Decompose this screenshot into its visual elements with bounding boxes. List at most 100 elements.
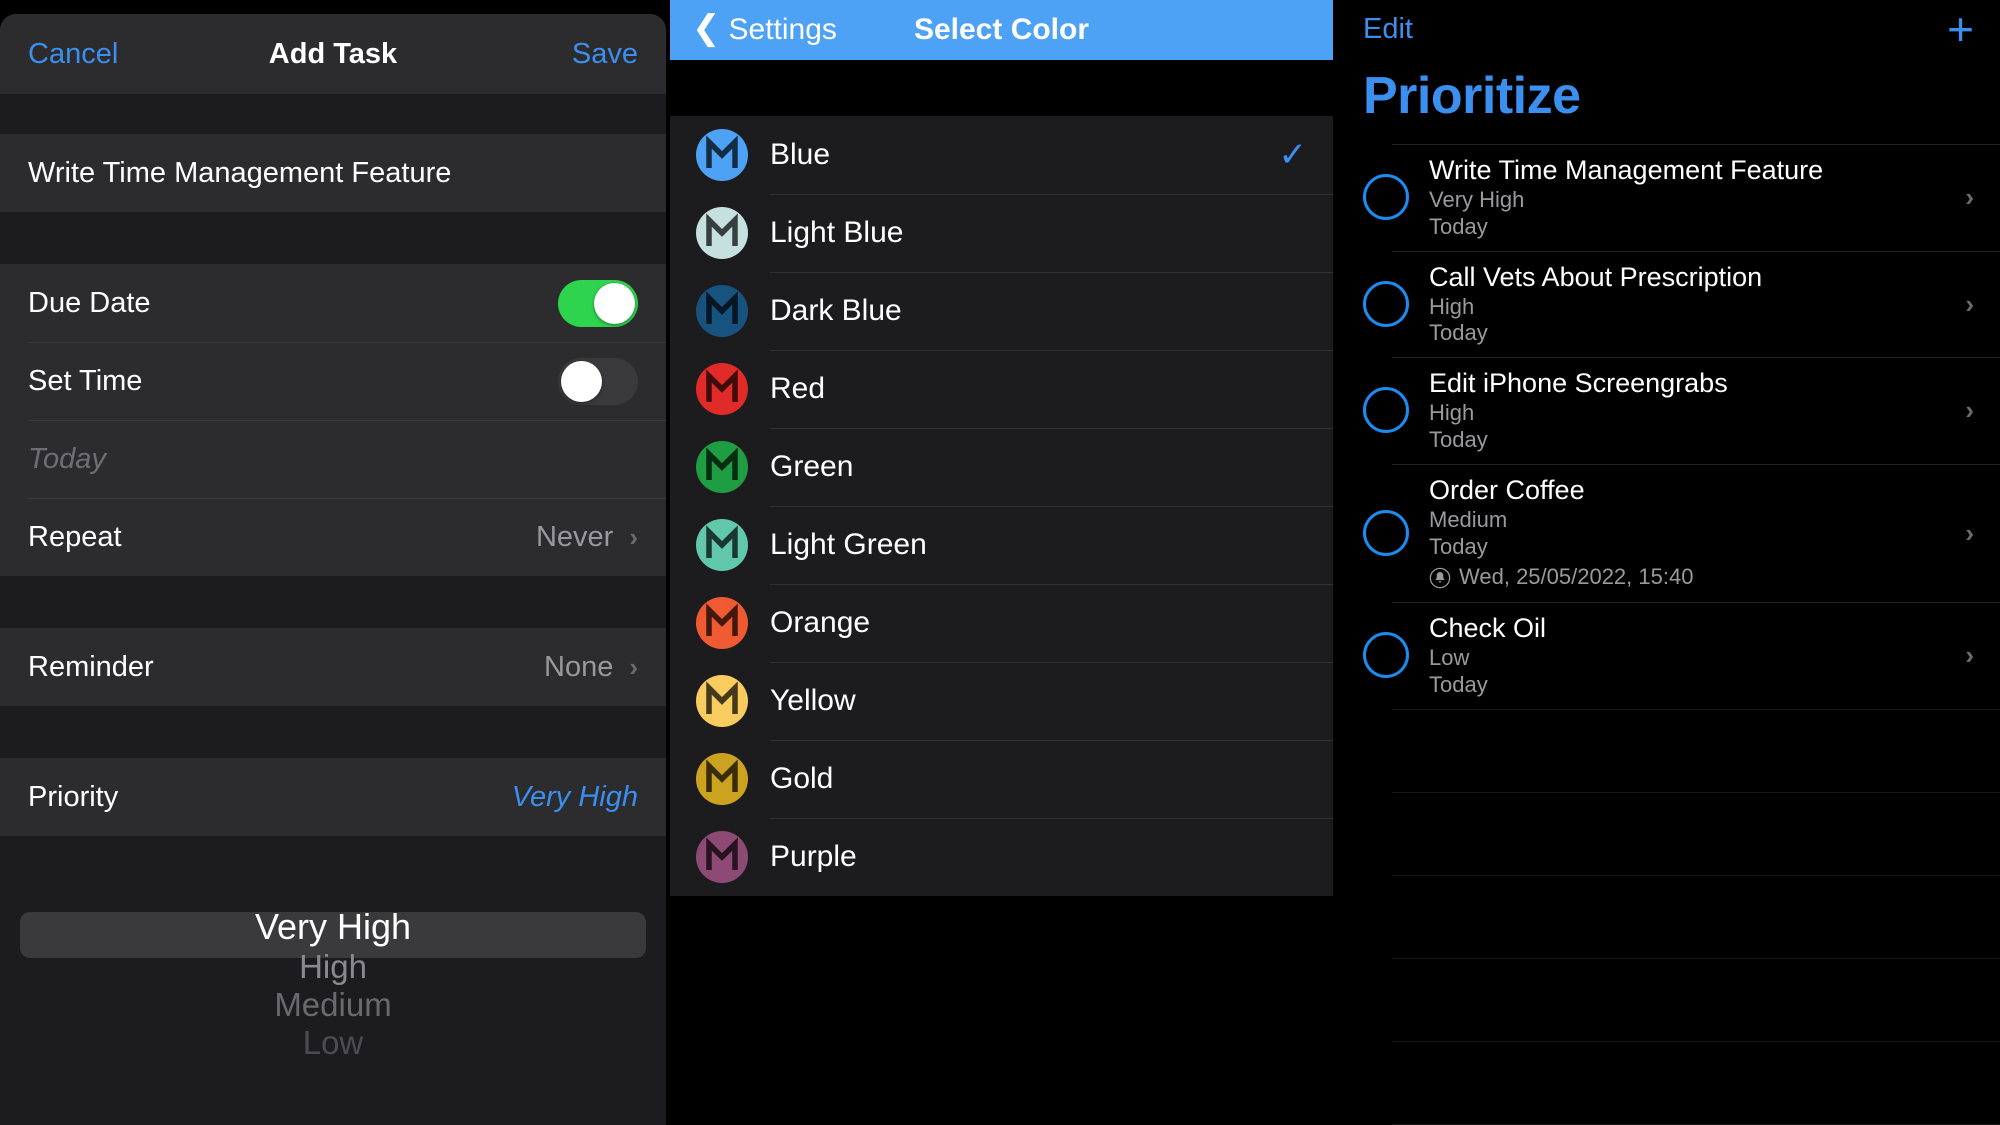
panel-select-color: ❮ Settings Select Color Blue ✓ Light Blue D…: [670, 0, 1333, 1125]
task-title: Call Vets About Prescription: [1429, 261, 1763, 292]
empty-list-row: [1337, 874, 2000, 958]
set-time-label: Set Time: [28, 364, 143, 397]
task-list: Write Time Management Feature Very High To…: [1337, 144, 2000, 1125]
task-date: Today: [1429, 426, 1488, 452]
color-row[interactable]: Light Green: [670, 506, 1333, 584]
task-row[interactable]: Order Coffee Medium Today Wed, 25/05/2022, …: [1337, 463, 2000, 602]
color-label: Green: [770, 450, 854, 483]
priority-picker[interactable]: Very High High Medium Low: [0, 836, 666, 1072]
priority-label: Priority: [28, 780, 119, 813]
empty-list-row: [1337, 1040, 2000, 1124]
color-row[interactable]: Yellow: [670, 662, 1333, 740]
task-priority: High: [1429, 293, 1475, 319]
chevron-left-icon[interactable]: ❮: [692, 11, 721, 45]
color-avatar-m-icon: [696, 753, 748, 805]
task-complete-circle-icon[interactable]: [1363, 509, 1409, 556]
row-date-value[interactable]: Today: [0, 420, 666, 498]
edit-button[interactable]: Edit: [1363, 13, 1413, 46]
checkmark-icon: ✓: [1278, 136, 1308, 174]
section-gap: [0, 576, 666, 628]
toggle-knob: [594, 282, 635, 324]
color-label: Light Blue: [770, 216, 904, 249]
task-complete-circle-icon[interactable]: [1363, 632, 1409, 679]
section-gap: [0, 706, 666, 758]
task-body: Edit iPhone Screengrabs High Today: [1429, 367, 1951, 454]
color-label: Blue: [770, 138, 831, 171]
chevron-right-icon: ›: [629, 652, 638, 682]
color-row[interactable]: Blue ✓: [670, 116, 1333, 194]
color-row[interactable]: Orange: [670, 584, 1333, 662]
task-title: Write Time Management Feature: [1429, 155, 1824, 185]
picker-option-very-high[interactable]: Very High: [0, 906, 666, 948]
task-row[interactable]: Edit iPhone Screengrabs High Today ›: [1337, 357, 2000, 464]
task-priority: Medium: [1429, 506, 1508, 532]
color-avatar-m-icon: [696, 363, 748, 415]
reminder-label: Reminder: [28, 650, 154, 683]
color-row[interactable]: Dark Blue: [670, 272, 1333, 350]
row-reminder[interactable]: Reminder None ›: [0, 628, 666, 706]
due-date-toggle[interactable]: [558, 279, 638, 327]
section-gap: [0, 212, 666, 264]
section-gap: [0, 94, 666, 134]
reminder-value: None: [544, 650, 614, 683]
color-avatar-m-icon: [696, 519, 748, 571]
task-title: Edit iPhone Screengrabs: [1429, 368, 1728, 399]
task-complete-circle-icon[interactable]: [1363, 387, 1409, 434]
back-to-settings-button[interactable]: Settings: [729, 13, 837, 47]
row-priority[interactable]: Priority Very High: [0, 758, 666, 836]
prioritize-navbar: Edit +: [1337, 0, 2000, 58]
select-color-navbar: ❮ Settings Select Color: [670, 0, 1333, 60]
chevron-right-icon: ›: [629, 522, 638, 552]
task-body: Call Vets About Prescription High Today: [1429, 261, 1951, 348]
empty-list-row: [1337, 708, 2000, 792]
task-body: Order Coffee Medium Today Wed, 25/05/2022, …: [1429, 474, 1951, 592]
color-label: Orange: [770, 606, 871, 639]
task-complete-circle-icon[interactable]: [1363, 280, 1409, 327]
page-title: Prioritize: [1363, 67, 1581, 125]
color-label: Yellow: [770, 684, 856, 717]
task-reminder-text: Wed, 25/05/2022, 15:40: [1459, 564, 1694, 590]
task-title-input[interactable]: Write Time Management Feature: [0, 134, 666, 212]
color-avatar-m-icon: [696, 441, 748, 493]
panel-add-task: Cancel Add Task Save Write Time Manageme…: [0, 0, 666, 1125]
picker-option-low[interactable]: Low: [0, 1024, 666, 1062]
top-spacer: [670, 60, 1333, 116]
color-row[interactable]: Purple: [670, 818, 1333, 896]
repeat-value: Never: [535, 520, 614, 553]
color-row[interactable]: Green: [670, 428, 1333, 506]
color-row[interactable]: Gold: [670, 740, 1333, 818]
color-label: Red: [770, 372, 826, 405]
row-repeat[interactable]: Repeat Never ›: [0, 498, 666, 576]
chevron-right-icon: ›: [1965, 288, 1974, 319]
repeat-label: Repeat: [28, 520, 122, 553]
task-body: Write Time Management Feature Very High To…: [1429, 154, 1951, 241]
task-date: Today: [1429, 671, 1488, 697]
row-set-time[interactable]: Set Time: [0, 342, 666, 420]
priority-value: Very High: [511, 780, 638, 813]
panel-prioritize: Edit + Prioritize Write Time Management …: [1337, 0, 2000, 1125]
toggle-knob: [561, 360, 602, 402]
color-avatar-m-icon: [696, 675, 748, 727]
picker-option-medium[interactable]: Medium: [0, 986, 666, 1024]
set-time-toggle[interactable]: [558, 357, 638, 405]
task-complete-circle-icon[interactable]: [1363, 174, 1409, 221]
color-row[interactable]: Red: [670, 350, 1333, 428]
task-title: Check Oil: [1429, 612, 1547, 643]
chevron-right-icon: ›: [1965, 517, 1974, 548]
task-reminder: Wed, 25/05/2022, 15:40: [1429, 563, 1951, 592]
task-date: Today: [1429, 320, 1488, 346]
task-priority: Low: [1429, 644, 1470, 670]
task-priority: High: [1429, 400, 1475, 426]
task-row[interactable]: Write Time Management Feature Very High To…: [1337, 144, 2000, 251]
color-label: Gold: [770, 762, 834, 795]
title-group: Write Time Management Feature: [0, 134, 666, 212]
task-row[interactable]: Check Oil Low Today ›: [1337, 601, 2000, 709]
cancel-button[interactable]: Cancel: [28, 38, 118, 71]
picker-option-high[interactable]: High: [0, 948, 666, 986]
add-task-plus-icon[interactable]: +: [1947, 6, 1974, 52]
save-button[interactable]: Save: [572, 38, 638, 71]
task-row[interactable]: Call Vets About Prescription High Today ›: [1337, 250, 2000, 358]
schedule-group: Due Date Set Time Today Repeat Never ›: [0, 264, 666, 576]
color-row[interactable]: Light Blue: [670, 194, 1333, 272]
row-due-date[interactable]: Due Date: [0, 264, 666, 342]
